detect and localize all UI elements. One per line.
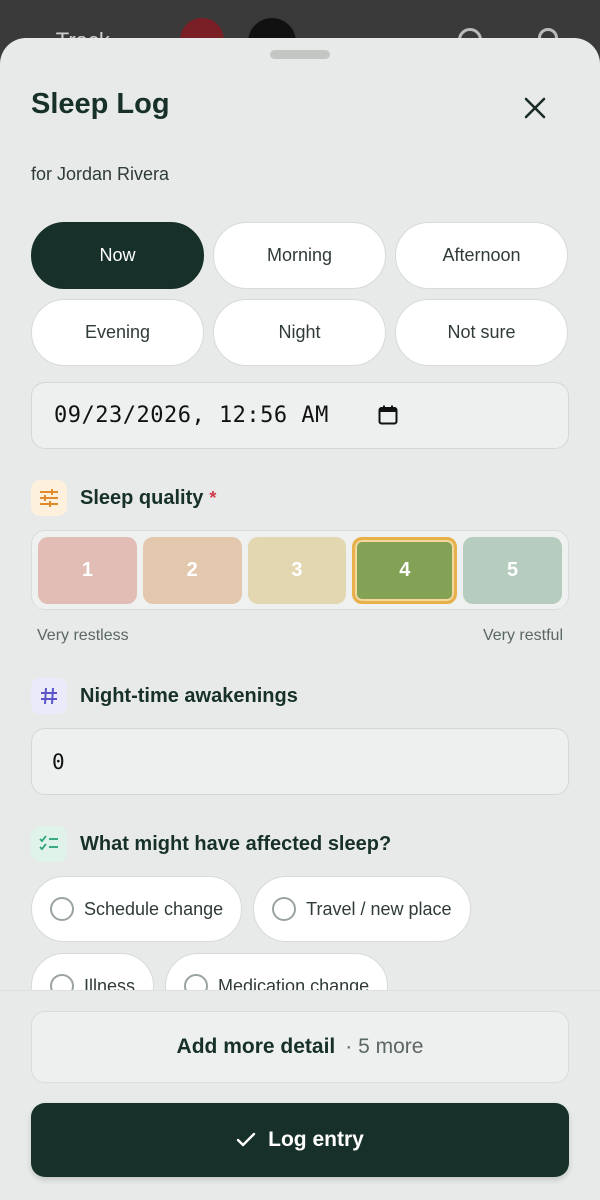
check-icon — [236, 1132, 256, 1147]
sleep-log-sheet: Sleep Log for Jordan Rivera Now Morning … — [0, 38, 600, 1200]
required-marker: * — [209, 487, 217, 508]
hash-icon — [31, 678, 67, 714]
quality-option-3[interactable]: 3 — [247, 536, 347, 604]
sleep-quality-header: Sleep quality * — [31, 480, 216, 516]
quality-option-2[interactable]: 2 — [142, 536, 242, 604]
sheet-subtitle: for Jordan Rivera — [31, 164, 170, 184]
time-option-evening[interactable]: Evening — [31, 299, 204, 366]
log-entry-button[interactable]: Log entry — [31, 1103, 569, 1177]
awakenings-label: Night-time awakenings — [80, 684, 298, 707]
quality-high-label: Very restful — [482, 627, 563, 644]
time-of-day-selector: Now Morning Afternoon Evening Night Not … — [31, 222, 569, 366]
datetime-input[interactable]: 09/23/2026, 12:56 AM — [31, 382, 569, 449]
sheet-footer: Add more detail · 5 more Log entry — [0, 990, 600, 1200]
close-button[interactable] — [517, 90, 553, 126]
add-more-detail-button[interactable]: Add more detail · 5 more — [31, 1011, 569, 1083]
factors-label: What might have affected sleep? — [80, 832, 392, 855]
factor-travel-new-place[interactable]: Travel / new place — [253, 876, 471, 942]
factor-label: Travel / new place — [306, 898, 452, 919]
awakenings-header: Night-time awakenings — [31, 678, 298, 714]
time-option-now[interactable]: Now — [31, 222, 204, 289]
add-more-detail-label: Add more detail — [176, 1035, 336, 1058]
factors-header: What might have affected sleep? — [31, 826, 391, 862]
time-option-not-sure[interactable]: Not sure — [395, 299, 568, 366]
close-icon — [524, 97, 546, 119]
quality-option-1[interactable]: 1 — [38, 536, 137, 604]
radio-icon — [272, 897, 297, 921]
time-option-afternoon[interactable]: Afternoon — [395, 222, 568, 289]
factor-label: Schedule change — [84, 898, 224, 919]
sliders-icon — [31, 480, 67, 516]
time-option-night[interactable]: Night — [213, 299, 386, 366]
awakenings-input[interactable]: 0 — [31, 728, 569, 795]
more-count: · 5 more — [345, 1035, 424, 1058]
datetime-value: 09/23/2026, 12:56 AM — [54, 403, 329, 428]
quality-scale-labels: Very restless Very restful — [37, 627, 563, 645]
calendar-icon[interactable] — [378, 405, 398, 425]
sleep-quality-label: Sleep quality — [80, 486, 204, 509]
checklist-icon — [31, 826, 67, 862]
radio-icon — [50, 897, 74, 921]
sheet-drag-handle[interactable] — [270, 50, 330, 59]
factor-schedule-change[interactable]: Schedule change — [31, 876, 243, 942]
quality-option-4[interactable]: 4 — [352, 536, 458, 604]
quality-low-label: Very restless — [37, 627, 129, 644]
log-entry-label: Log entry — [268, 1128, 364, 1151]
quality-option-5[interactable]: 5 — [463, 536, 562, 604]
sheet-title: Sleep Log — [31, 88, 170, 120]
time-option-morning[interactable]: Morning — [213, 222, 386, 289]
sleep-quality-scale: 1 2 3 4 5 — [31, 530, 569, 610]
